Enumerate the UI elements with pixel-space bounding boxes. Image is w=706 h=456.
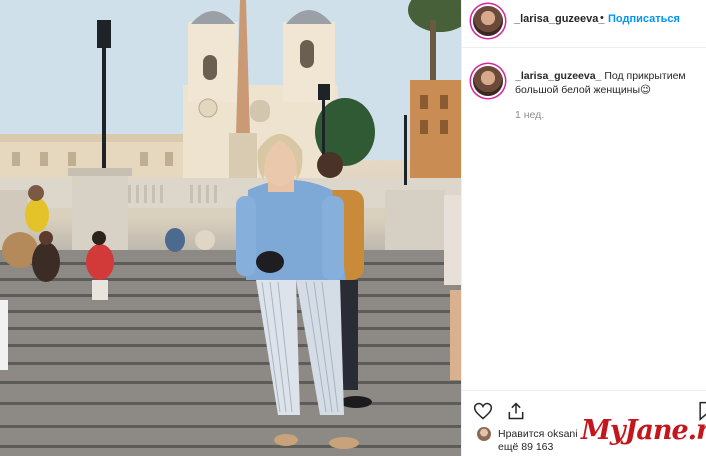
photo-scene [0,0,461,456]
header-separator: • [600,12,604,24]
likes-line[interactable]: Нравится oksani [498,428,578,440]
caption-text: _larisa_guzeeva_ Под прикрытием большой … [515,69,695,97]
follow-button[interactable]: Подписаться [608,13,680,25]
author-username[interactable]: _larisa_guzeeva_ [514,13,605,25]
post-side-panel: _larisa_guzeeva_ • Подписаться _larisa_g… [461,0,706,456]
liker-avatar[interactable] [477,427,491,441]
likes-count[interactable]: ещё 89 163 [498,441,553,453]
post-photo[interactable] [0,0,461,456]
caption-time[interactable]: 1 нед. [515,109,544,121]
post-header: _larisa_guzeeva_ • Подписаться [462,0,706,48]
heart-icon[interactable] [473,401,493,421]
site-watermark: MyJane.ru [581,415,706,446]
caption-username[interactable]: _larisa_guzeeva_ [515,70,601,82]
author-avatar[interactable] [473,6,503,36]
caption-avatar[interactable] [473,66,503,96]
share-icon[interactable] [506,401,526,421]
